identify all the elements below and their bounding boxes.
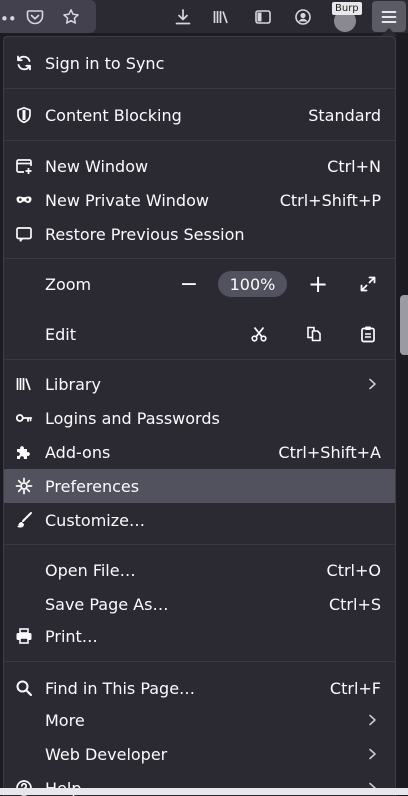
scissors-icon — [250, 325, 268, 343]
sync-icon — [14, 54, 34, 72]
chevron-right-icon — [365, 712, 379, 728]
menu-item-more[interactable]: More — [4, 703, 395, 737]
zoom-value: 100% — [230, 275, 276, 294]
menu-item-open-file[interactable]: Open File… Ctrl+O — [4, 553, 395, 587]
separator — [4, 258, 395, 259]
chevron-right-icon — [365, 376, 379, 392]
menu-item-label: Sign in to Sync — [45, 54, 164, 73]
menu-item-preferences[interactable]: Preferences — [4, 469, 395, 503]
burp-badge: Burp — [332, 2, 362, 15]
separator — [4, 359, 395, 360]
menu-item-logins[interactable]: Logins and Passwords — [4, 401, 395, 435]
account-icon[interactable] — [292, 6, 314, 28]
edit-label: Edit — [45, 325, 76, 344]
printer-icon — [14, 627, 34, 645]
menu-item-label: Logins and Passwords — [45, 409, 220, 428]
library-icon[interactable] — [210, 6, 232, 28]
shortcut: Ctrl+N — [327, 157, 381, 176]
new-window-icon — [14, 157, 34, 175]
menu-item-label: New Private Window — [45, 191, 209, 210]
zoom-in-button[interactable]: + — [305, 271, 331, 297]
menu-arrow — [381, 28, 397, 36]
menu-item-restore-session[interactable]: Restore Previous Session — [4, 217, 395, 251]
menu-item-label: Preferences — [45, 477, 139, 496]
zoom-reset-button[interactable]: 100% — [218, 271, 287, 297]
shortcut: Ctrl+O — [327, 561, 381, 580]
pocket-icon[interactable] — [24, 6, 46, 28]
shortcut: Ctrl+F — [330, 679, 381, 698]
menu-item-web-developer[interactable]: Web Developer — [4, 737, 395, 771]
menu-item-label: Restore Previous Session — [45, 225, 245, 244]
paste-button[interactable] — [356, 322, 380, 346]
menu-item-customize[interactable]: Customize… — [4, 503, 395, 537]
plus-icon: + — [308, 270, 328, 298]
key-icon — [14, 409, 34, 427]
paintbrush-icon — [14, 511, 34, 529]
clipboard-icon — [359, 325, 377, 343]
search-icon — [14, 679, 34, 697]
content-blocking-value: Standard — [308, 106, 381, 125]
hamburger-menu-icon — [380, 8, 398, 26]
puzzle-piece-icon — [14, 443, 34, 461]
menu-item-label: More — [45, 711, 85, 730]
menu-item-save-page[interactable]: Save Page As… Ctrl+S — [4, 587, 395, 621]
menu-item-library[interactable]: Library — [4, 367, 395, 401]
copy-icon — [305, 325, 323, 343]
menu-item-label: Print… — [45, 627, 98, 646]
minus-icon: − — [180, 272, 198, 297]
menu-item-label: Library — [45, 375, 101, 394]
menu-item-label: Add-ons — [45, 443, 110, 462]
zoom-label: Zoom — [45, 275, 91, 294]
bookmark-star-icon[interactable] — [60, 6, 82, 28]
separator — [4, 88, 395, 89]
menu-item-label: Content Blocking — [45, 106, 182, 125]
menu-item-label: Customize… — [45, 511, 145, 530]
copy-button[interactable] — [302, 322, 326, 346]
separator — [4, 140, 395, 141]
menu-item-label: New Window — [45, 157, 148, 176]
chevron-right-icon — [365, 746, 379, 762]
browser-toolbar: •• Burp — [0, 0, 408, 33]
menu-item-content-blocking[interactable]: Content Blocking Standard — [4, 98, 395, 132]
burp-extension-button[interactable]: Burp — [328, 2, 364, 32]
fullscreen-button[interactable] — [357, 273, 379, 295]
menu-item-label: Find in This Page… — [45, 679, 195, 698]
cut-button[interactable] — [247, 322, 271, 346]
download-icon[interactable] — [172, 6, 194, 28]
menu-item-new-window[interactable]: New Window Ctrl+N — [4, 149, 395, 183]
menu-item-label: Save Page As… — [45, 595, 168, 614]
menu-item-addons[interactable]: Add-ons Ctrl+Shift+A — [4, 435, 395, 469]
menu-item-label: Open File… — [45, 561, 136, 580]
menu-item-print[interactable]: Print… — [4, 619, 395, 653]
menu-item-sync[interactable]: Sign in to Sync — [4, 46, 395, 80]
app-menu-panel: Sign in to Sync Content Blocking Standar… — [3, 36, 396, 796]
menu-item-edit: Edit — [4, 317, 395, 351]
scrollbar-thumb[interactable] — [400, 295, 408, 355]
restore-session-icon — [14, 225, 34, 243]
sidebar-icon[interactable] — [252, 6, 274, 28]
separator — [4, 661, 395, 662]
shortcut: Ctrl+Shift+A — [278, 443, 381, 462]
page-background-strip — [0, 788, 408, 795]
url-bar-end[interactable]: •• — [0, 0, 96, 33]
zoom-out-button[interactable]: − — [176, 272, 202, 296]
menu-item-new-private-window[interactable]: New Private Window Ctrl+Shift+P — [4, 183, 395, 217]
page-actions-overflow[interactable]: •• — [0, 10, 16, 28]
menu-item-find[interactable]: Find in This Page… Ctrl+F — [4, 671, 395, 705]
separator — [4, 544, 395, 545]
gear-icon — [14, 477, 34, 495]
shortcut: Ctrl+Shift+P — [280, 191, 381, 210]
shield-icon — [14, 106, 34, 124]
menu-item-label: Web Developer — [45, 745, 167, 764]
library-icon — [14, 375, 34, 393]
fullscreen-icon — [359, 275, 377, 293]
private-browsing-mask-icon — [14, 191, 34, 209]
shortcut: Ctrl+S — [329, 595, 381, 614]
